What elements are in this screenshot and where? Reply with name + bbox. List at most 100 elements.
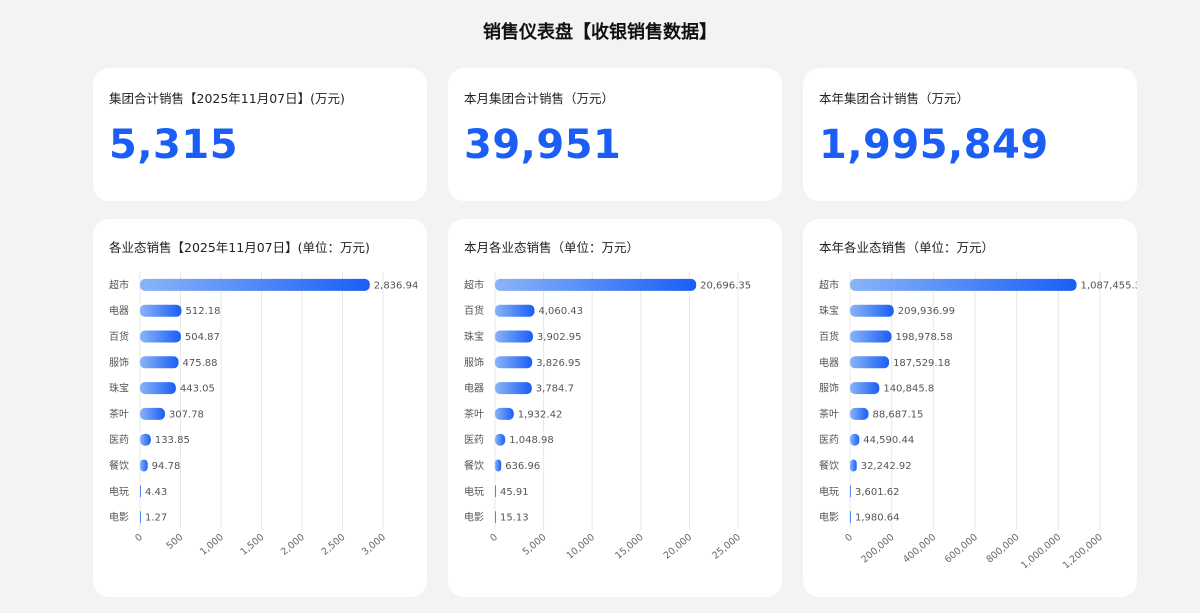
- bar: [140, 511, 141, 524]
- data-label: 4.43: [145, 487, 167, 498]
- data-label: 512.18: [185, 306, 220, 317]
- category-label: 电影: [819, 511, 839, 524]
- data-label: 1,980.64: [855, 513, 900, 524]
- chart-card-month: 本月各业态销售（单位：万元） 0 5,000 10,000 15,000 20,000 2…: [448, 219, 782, 597]
- x-tick-label: 2,500: [320, 532, 348, 558]
- data-label: 504.87: [185, 332, 220, 343]
- x-tick-label: 10,000: [565, 532, 598, 562]
- data-label: 475.88: [183, 358, 218, 369]
- bar: [140, 433, 151, 446]
- category-label: 医药: [819, 434, 839, 446]
- bar: [495, 330, 533, 343]
- bar: [850, 356, 890, 369]
- category-label: 医药: [109, 434, 129, 446]
- category-label: 电器: [109, 304, 129, 317]
- data-label: 1.27: [145, 513, 167, 524]
- bar: [850, 485, 851, 498]
- kpi-label: 集团合计销售【2025年11月07日】(万元): [109, 91, 345, 106]
- data-label: 44,590.44: [863, 435, 914, 446]
- data-label: 1,932.42: [518, 409, 563, 420]
- x-tick-label: 1,500: [239, 532, 267, 558]
- data-label: 3,784.7: [536, 384, 574, 395]
- data-label: 3,826.95: [536, 358, 581, 369]
- category-label: 服饰: [109, 356, 129, 369]
- category-label: 百货: [464, 304, 484, 317]
- data-label: 2,836.94: [374, 280, 419, 291]
- x-tick-label: 1,000,000: [1019, 532, 1063, 572]
- category-label: 电器: [464, 382, 484, 395]
- category-label: 电影: [109, 511, 129, 524]
- bar: [850, 407, 869, 420]
- category-label: 餐饮: [464, 459, 484, 472]
- data-label: 443.05: [180, 384, 215, 395]
- data-label: 3,902.95: [537, 332, 582, 343]
- bar: [495, 511, 496, 524]
- category-label: 电玩: [464, 485, 484, 498]
- bar: [850, 511, 851, 524]
- bar: [495, 278, 697, 291]
- category-label: 百货: [819, 330, 839, 343]
- category-label: 茶叶: [464, 407, 484, 420]
- bar: [850, 304, 894, 317]
- data-label: 209,936.99: [898, 306, 955, 317]
- bar: [140, 485, 141, 498]
- bar-chart-daily: 0 500 1,000 1,500 2,000 2,500 3,000 超市 2,836.94 电…: [109, 272, 419, 558]
- x-tick-label: 15,000: [613, 532, 646, 562]
- data-label: 20,696.35: [700, 280, 751, 291]
- category-label: 超市: [819, 278, 839, 291]
- category-label: 餐饮: [109, 459, 129, 472]
- bar: [850, 459, 857, 472]
- bar: [495, 433, 506, 446]
- category-label: 电影: [464, 511, 484, 524]
- bar: [495, 485, 496, 498]
- bar: [140, 382, 176, 395]
- x-tick-label: 3,000: [360, 532, 388, 558]
- data-label: 1,087,455.3: [1081, 280, 1137, 291]
- category-label: 珠宝: [109, 382, 129, 395]
- data-label: 88,687.15: [872, 409, 923, 420]
- bar: [495, 459, 502, 472]
- data-label: 307.78: [169, 409, 204, 420]
- bar: [140, 278, 370, 291]
- page-title: 销售仪表盘【收银销售数据】: [483, 22, 717, 43]
- bar-chart-month: 0 5,000 10,000 15,000 20,000 25,000 超市 20,696.3…: [464, 272, 751, 562]
- x-tick-label: 0: [488, 532, 500, 544]
- bar: [140, 356, 179, 369]
- data-label: 4,060.43: [538, 306, 583, 317]
- chart-card-daily: 各业态销售【2025年11月07日】(单位：万元) 0 500 1,000 1,500…: [93, 219, 427, 597]
- category-label: 珠宝: [464, 330, 484, 343]
- bar: [850, 278, 1077, 291]
- bar: [140, 330, 181, 343]
- kpi-card-daily: 集团合计销售【2025年11月07日】(万元) 5,315: [93, 68, 427, 201]
- kpi-value: 1,995,849: [819, 122, 1049, 168]
- data-label: 3,601.62: [855, 487, 900, 498]
- bar: [140, 304, 182, 317]
- data-label: 140,845.8: [883, 384, 934, 395]
- kpi-card-year: 本年集团合计销售（万元） 1,995,849: [803, 68, 1137, 201]
- bar: [495, 407, 514, 420]
- category-label: 电玩: [819, 485, 839, 498]
- category-label: 超市: [109, 278, 129, 291]
- bar: [850, 330, 892, 343]
- kpi-value: 39,951: [464, 122, 622, 168]
- data-label: 45.91: [500, 487, 529, 498]
- bar: [495, 356, 533, 369]
- x-tick-label: 1,000: [198, 532, 226, 558]
- x-tick-label: 25,000: [710, 532, 743, 562]
- data-label: 94.78: [152, 461, 181, 472]
- data-label: 187,529.18: [893, 358, 950, 369]
- x-tick-label: 2,000: [279, 532, 307, 558]
- category-label: 超市: [464, 278, 484, 291]
- category-label: 电玩: [109, 485, 129, 498]
- category-label: 百货: [109, 330, 129, 343]
- category-label: 服饰: [464, 356, 484, 369]
- kpi-label: 本月集团合计销售（万元）: [464, 91, 615, 106]
- x-tick-label: 0: [133, 532, 145, 544]
- category-label: 电器: [819, 356, 839, 369]
- category-label: 服饰: [819, 382, 839, 395]
- data-label: 198,978.58: [895, 332, 952, 343]
- data-label: 133.85: [155, 435, 190, 446]
- bar: [140, 459, 148, 472]
- kpi-value: 5,315: [109, 122, 239, 168]
- x-tick-label: 600,000: [943, 532, 980, 566]
